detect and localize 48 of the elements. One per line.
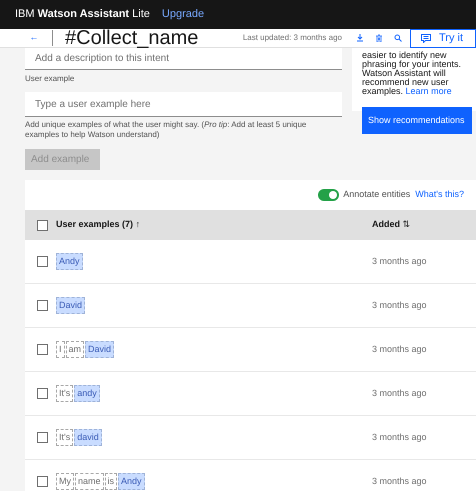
- product-name: IBM Watson Assistant Lite: [15, 7, 150, 22]
- intent-title: #Collect_name: [65, 28, 198, 48]
- entity-token[interactable]: Andy: [56, 252, 83, 270]
- word-token[interactable]: is: [104, 472, 118, 490]
- checkbox[interactable]: [37, 476, 48, 487]
- checkbox[interactable]: [37, 388, 48, 399]
- word-token[interactable]: am: [66, 340, 84, 358]
- entity-token[interactable]: david: [74, 428, 102, 446]
- whats-this-link[interactable]: What's this?: [415, 188, 464, 202]
- column-header[interactable]: Added ⇅: [372, 218, 411, 232]
- added-cell-text: 3 months ago: [372, 298, 427, 312]
- trash-icon[interactable]: [375, 34, 383, 42]
- added-cell-text: 3 months ago: [372, 254, 427, 268]
- annotate-label: Annotate entities: [343, 188, 410, 202]
- back-button[interactable]: ←: [27, 31, 41, 45]
- description-field[interactable]: Add a description to this intent: [25, 48, 342, 70]
- word-token[interactable]: name: [75, 472, 104, 490]
- helper-text: Add unique examples of what the user might say. (Pro tip: Add at least 5 unique examples to help Watson understand): [25, 120, 308, 140]
- field-label: User example: [25, 73, 76, 85]
- added-cell-text: 3 months ago: [372, 386, 427, 400]
- show-recommendations-button[interactable]: Show recommendations: [362, 107, 472, 134]
- added-cell-text: 3 months ago: [372, 342, 427, 356]
- checkbox[interactable]: [37, 256, 48, 267]
- chat-icon: [421, 34, 431, 42]
- entity-token[interactable]: andy: [74, 384, 100, 402]
- checkbox[interactable]: [37, 432, 48, 443]
- word-token[interactable]: It's: [56, 428, 74, 446]
- entity-token[interactable]: David: [56, 296, 86, 314]
- last-updated: Last updated: 3 months ago: [242, 32, 342, 44]
- recommendations-text: easier to identify new phrasing for your intents. Watson Assistant will recommend new user examples. Learn more: [362, 51, 462, 96]
- upgrade-link[interactable]: Upgrade: [162, 6, 204, 23]
- entity-token[interactable]: Andy: [118, 472, 145, 490]
- download-icon[interactable]: [356, 34, 364, 42]
- try-it-button[interactable]: Try it: [410, 28, 476, 48]
- checkbox[interactable]: [37, 220, 48, 230]
- word-token[interactable]: I: [56, 340, 65, 358]
- added-cell-text: 3 months ago: [372, 474, 427, 488]
- annotate-toggle[interactable]: [318, 189, 340, 201]
- added-cell-text: 3 months ago: [372, 430, 427, 444]
- entity-token[interactable]: David: [85, 340, 114, 358]
- word-token[interactable]: My: [56, 472, 74, 490]
- column-header[interactable]: User examples (7) ↑: [56, 218, 372, 232]
- checkbox[interactable]: [37, 300, 48, 311]
- checkbox[interactable]: [37, 344, 48, 355]
- search-icon[interactable]: [394, 34, 402, 42]
- user-example-field[interactable]: Type a user example here: [25, 92, 342, 117]
- word-token[interactable]: It's: [56, 384, 74, 402]
- learn-more-link[interactable]: Learn more: [406, 86, 452, 96]
